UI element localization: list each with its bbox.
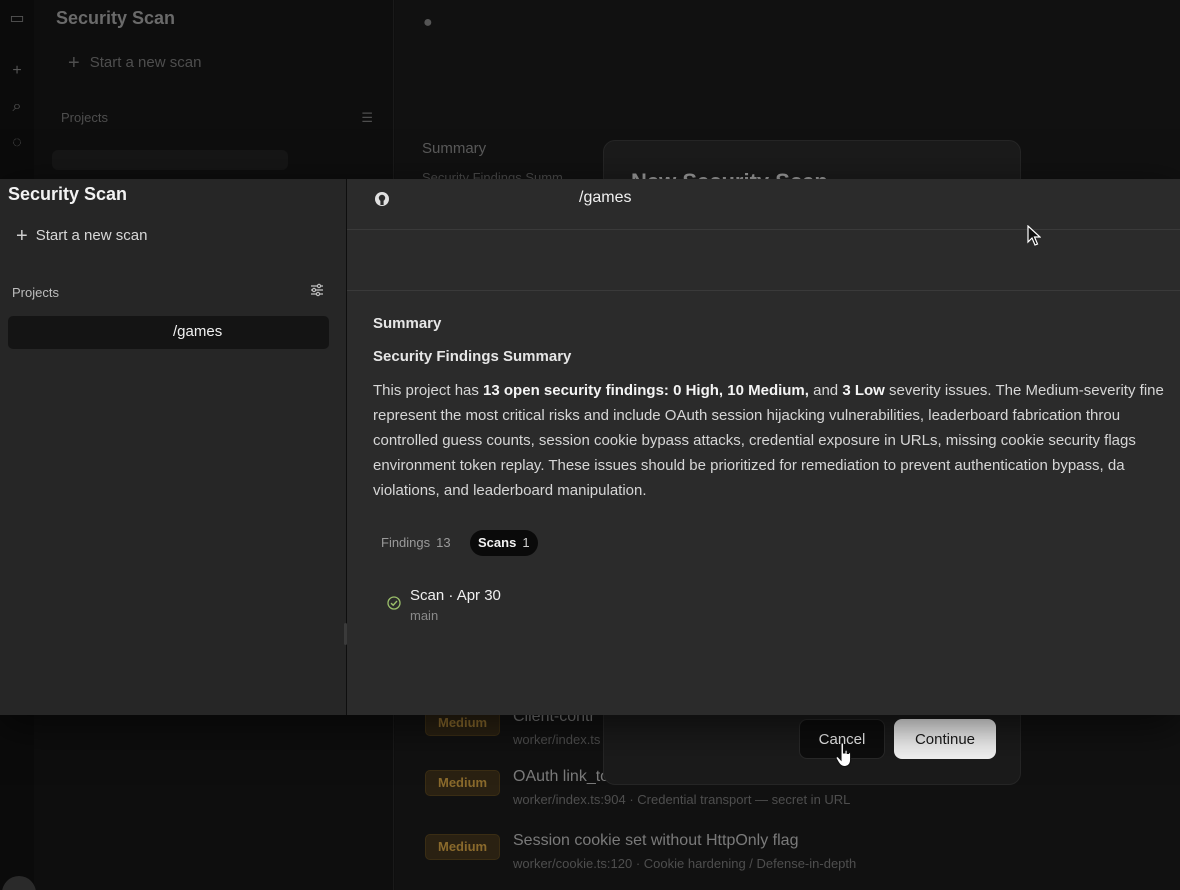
- summary-heading: Summary: [373, 315, 442, 332]
- findings-summary-heading: Security Findings Summary: [373, 348, 572, 365]
- scan-branch: main: [410, 608, 439, 623]
- main-panel: /games Summary Security Findings Summary…: [347, 179, 1180, 715]
- filter-icon[interactable]: ☰: [361, 110, 373, 126]
- finding-row[interactable]: Medium Session cookie set without HttpOn…: [425, 832, 1165, 880]
- tab-scans[interactable]: Scans 1: [470, 530, 538, 556]
- github-icon: [375, 192, 389, 206]
- app-title: Security Scan: [8, 184, 128, 204]
- finding-meta: worker/index.ts: [513, 732, 601, 747]
- background-app-title: Security Scan: [56, 8, 176, 28]
- finding-meta: worker/cookie.ts:120 · Cookie hardening …: [513, 856, 857, 871]
- sidebar-item-project[interactable]: /games: [8, 316, 329, 349]
- repo-name: /games: [579, 189, 632, 206]
- tab-findings[interactable]: Findings 13: [373, 530, 459, 556]
- new-scan-button[interactable]: + Start a new scan: [16, 225, 147, 248]
- continue-button[interactable]: Continue: [894, 719, 996, 759]
- zoomed-view: Security Scan + Start a new scan Projects…: [0, 179, 1180, 715]
- hand-cursor-icon: [835, 742, 852, 768]
- severity-badge: Medium: [425, 834, 501, 860]
- background-projects-label: Projects: [61, 110, 108, 125]
- filter-icon[interactable]: [310, 283, 324, 297]
- new-scan-label: Start a new scan: [35, 227, 148, 244]
- scan-title: Scan · Apr 30: [410, 587, 501, 604]
- sidebar: Security Scan + Start a new scan Projects…: [0, 179, 347, 715]
- sidebar-toggle-icon[interactable]: ▭: [8, 10, 26, 28]
- github-icon: ●: [423, 14, 433, 31]
- scan-list-item[interactable]: Scan · Apr 30 main: [387, 586, 687, 626]
- finding-title: OAuth link_to: [513, 768, 610, 785]
- plus-icon[interactable]: +: [8, 62, 26, 80]
- project-name: /games: [173, 323, 223, 340]
- summary-paragraph: This project has 13 open security findin…: [373, 382, 1164, 499]
- background-new-scan[interactable]: + Start a new scan: [68, 52, 201, 75]
- background-summary-heading: Summary: [422, 140, 487, 157]
- severity-badge: Medium: [425, 770, 501, 796]
- search-icon[interactable]: ⌕: [8, 98, 26, 116]
- repo-header: /games: [347, 179, 1180, 230]
- chat-icon[interactable]: ◌: [8, 134, 26, 152]
- background-project-item[interactable]: [52, 150, 288, 170]
- finding-title: Session cookie set without HttpOnly flag: [513, 832, 799, 849]
- mouse-cursor-icon: [1027, 225, 1041, 246]
- plus-icon: +: [16, 225, 28, 247]
- check-circle-icon: [387, 596, 401, 610]
- header-band: [347, 230, 1180, 291]
- plus-icon: +: [68, 52, 80, 74]
- projects-label: Projects: [12, 285, 59, 300]
- summary-section: Summary Security Findings Summary This p…: [373, 315, 1180, 503]
- finding-meta: worker/index.ts:904 · Credential transpo…: [513, 792, 851, 807]
